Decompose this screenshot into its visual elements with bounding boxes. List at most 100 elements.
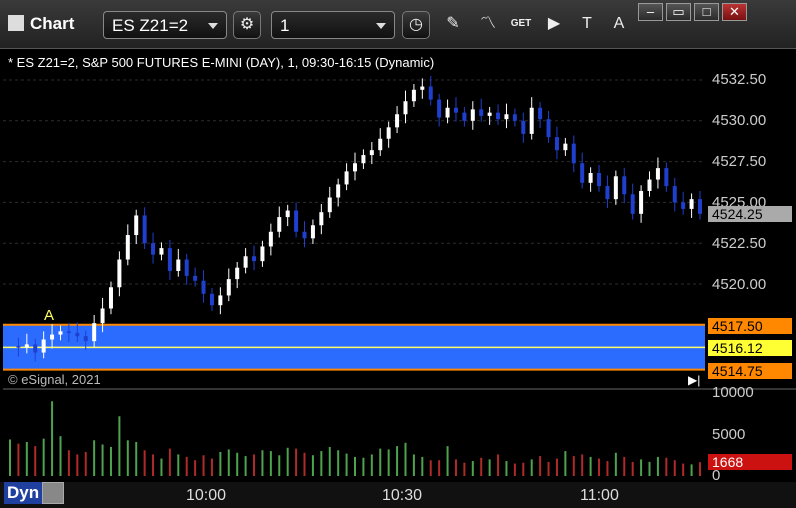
candle-body	[664, 168, 669, 187]
candle-body	[24, 344, 29, 348]
candle-body	[580, 163, 585, 183]
scroll-to-end-icon[interactable]: ▶|	[688, 373, 700, 387]
alert-icon[interactable]: A	[605, 11, 633, 39]
candle-body	[512, 114, 517, 121]
chevron-down-icon	[376, 23, 386, 29]
esignal-credit: © eSignal, 2021	[8, 372, 101, 387]
candle-body	[33, 344, 38, 353]
candle-body	[546, 119, 551, 138]
app-title-text: Chart	[30, 14, 75, 33]
candle-body	[462, 112, 467, 121]
candle-body	[193, 275, 198, 281]
candle-body	[496, 112, 501, 120]
candle-body	[226, 279, 231, 296]
candle-body	[92, 323, 97, 342]
candle-body	[260, 246, 265, 262]
candle-body	[336, 184, 341, 198]
candle-body	[83, 336, 88, 342]
last-price-tag: 4524.25	[708, 206, 792, 222]
candle-body	[622, 176, 627, 195]
candle-body	[470, 109, 475, 121]
price-tick: 4530.00	[712, 112, 767, 129]
candle-body	[353, 163, 357, 172]
candle-body	[302, 231, 307, 239]
interval-value: 1	[280, 16, 290, 35]
pencil-icon[interactable]: ✎	[439, 11, 467, 39]
app-title: Chart	[8, 14, 74, 34]
clock-icon[interactable]: ◷	[402, 11, 430, 39]
candle-body	[50, 334, 55, 340]
minimize-icon[interactable]: –	[638, 3, 663, 21]
candle-body	[201, 280, 206, 294]
time-tick: 10:30	[382, 487, 423, 504]
text-tool-icon[interactable]: T	[573, 11, 601, 39]
candle-body	[58, 331, 63, 335]
dynamic-mode-button[interactable]: Dyn	[4, 482, 42, 504]
candle-body	[563, 143, 568, 151]
time-tick: 10:00	[186, 487, 227, 504]
candle-body	[125, 235, 130, 260]
symbol-dropdown[interactable]: ES Z21=2	[103, 11, 227, 39]
candle-body	[369, 150, 374, 156]
settings-icon[interactable]: ⚙	[233, 11, 261, 39]
lock-icon[interactable]	[42, 482, 64, 504]
candle-body	[639, 190, 644, 214]
candle-body	[167, 248, 172, 271]
time-tick: 11:00	[580, 487, 619, 504]
close-icon[interactable]: ✕	[722, 3, 747, 21]
candle-body	[554, 137, 559, 151]
price-chart[interactable]: A	[0, 48, 796, 388]
candle-body	[386, 127, 391, 139]
candle-body	[117, 259, 122, 288]
candle-body	[235, 267, 240, 280]
band-top-tag: 4517.50	[708, 318, 792, 334]
candle-body	[108, 287, 113, 309]
candle-body	[420, 86, 425, 90]
candle-body	[613, 176, 618, 200]
price-tick: 4520.00	[712, 276, 767, 293]
candle-body	[672, 186, 677, 203]
candle-body	[277, 217, 282, 232]
get-icon[interactable]: GET	[507, 11, 535, 39]
candle-body	[395, 114, 400, 128]
volume-tick: 5000	[712, 426, 746, 443]
candle-body	[655, 168, 660, 180]
volume-last-tag: 1668	[708, 454, 792, 470]
alert-marker: A	[44, 307, 54, 324]
candle-body	[75, 332, 80, 337]
candle-body	[698, 199, 702, 214]
candle-body	[605, 186, 610, 200]
candle-body	[209, 293, 214, 306]
candle-body	[151, 243, 156, 255]
candle-body	[344, 171, 349, 185]
candle-body	[571, 143, 576, 164]
candle-body	[411, 89, 416, 102]
study-icon[interactable]: 〽	[474, 11, 502, 39]
price-tick: 4527.50	[712, 153, 767, 170]
candle-body	[285, 210, 290, 218]
candle-body	[159, 248, 164, 255]
candle-body	[184, 259, 189, 276]
candle-body	[453, 107, 458, 113]
candle-body	[378, 138, 383, 151]
candle-body	[403, 101, 408, 115]
volume-tick: 10000	[712, 384, 754, 401]
candle-body	[647, 179, 652, 191]
maximize-icon[interactable]: □	[694, 3, 719, 21]
interval-dropdown[interactable]: 1	[271, 11, 395, 39]
band-mid-tag: 4516.12	[708, 340, 792, 356]
candle-body	[479, 109, 484, 116]
candle-body	[588, 173, 593, 183]
candle-body	[319, 212, 324, 226]
candle-body	[689, 199, 694, 209]
band-bottom-tag: 4514.75	[708, 363, 792, 379]
candle-body	[41, 339, 46, 353]
candle-body	[176, 259, 181, 271]
volume-chart[interactable]	[0, 390, 796, 482]
symbol-info: * ES Z21=2, S&P 500 FUTURES E-MINI (DAY)…	[8, 55, 435, 70]
restore-icon[interactable]: ▭	[666, 3, 691, 21]
play-icon[interactable]: ▶	[540, 11, 568, 39]
candle-body	[218, 295, 223, 306]
candle-body	[243, 256, 248, 268]
candle-body	[66, 331, 71, 333]
